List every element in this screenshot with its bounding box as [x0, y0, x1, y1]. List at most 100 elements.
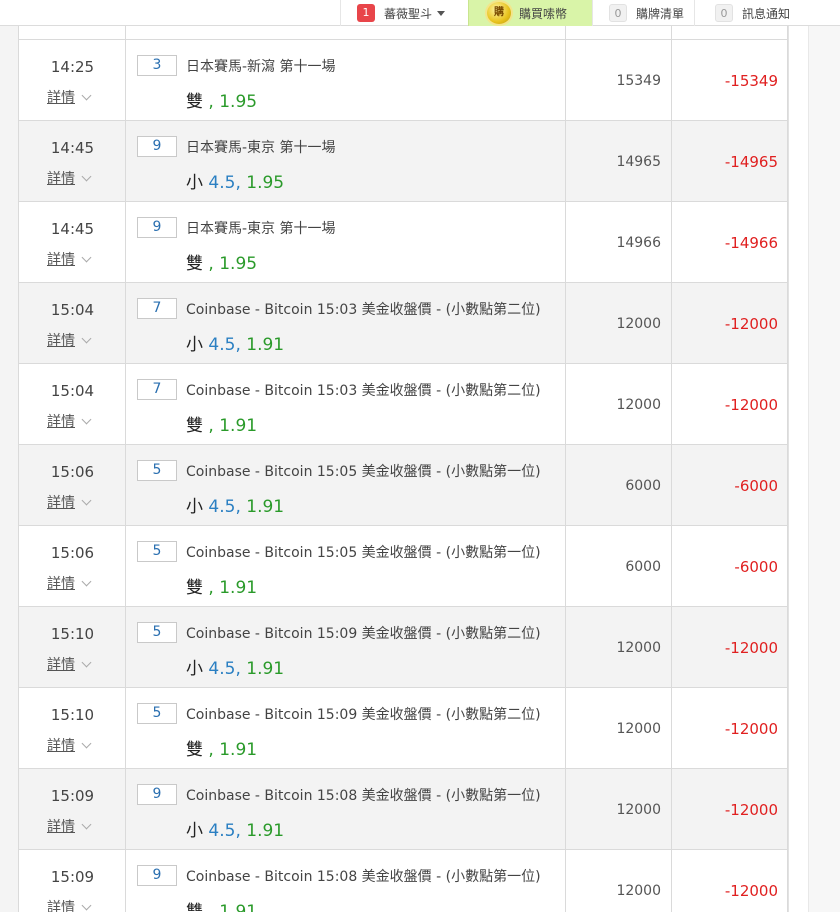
bet-type: 小: [186, 173, 203, 193]
bet-selection: 小 4.5, 1.91: [186, 492, 284, 517]
detail-link[interactable]: 詳情: [47, 168, 92, 188]
bet-description-cell: 3 日本賽馬-新瀉 第十一場雙 , 1.95: [126, 40, 566, 120]
bet-type: 雙: [186, 416, 203, 436]
messages-label: 訊息通知: [742, 6, 791, 21]
selection-number: 9: [137, 865, 177, 886]
table-row: 15:04 詳情 7 Coinbase - Bitcoin 15:03 美金收盤價 -…: [18, 283, 788, 364]
bet-selection: 雙 , 1.95: [186, 249, 257, 274]
time-cell: 14:45 詳情: [19, 121, 126, 201]
bet-time: 15:04: [50, 382, 95, 400]
bet-separator: ,: [235, 821, 241, 841]
messages-link[interactable]: 0 訊息通知: [694, 0, 840, 26]
bet-result: -12000: [724, 801, 778, 819]
bet-time: 15:06: [50, 463, 95, 481]
buy-coins-button[interactable]: 購 購買嗦幣: [468, 0, 592, 26]
bet-amount: 12000: [616, 802, 661, 818]
time-cell: 15:06 詳情: [19, 526, 126, 606]
chevron-down-icon: [81, 576, 92, 586]
selection-number: 5: [137, 541, 177, 562]
bet-result: -15349: [724, 72, 778, 90]
event-name: Coinbase - Bitcoin 15:05 美金收盤價 - (小數點第一位…: [186, 464, 541, 480]
bet-result: -12000: [724, 720, 778, 738]
detail-link[interactable]: 詳情: [47, 492, 92, 512]
user-name: 蕃薇聖斗: [384, 6, 433, 21]
selection-number: 7: [137, 379, 177, 400]
chevron-down-icon: [81, 333, 92, 343]
bet-selection: 小 4.5, 1.91: [186, 330, 284, 355]
top-nav: 1 蕃薇聖斗 購 購買嗦幣 0 購牌清單 0 訊息通知: [0, 0, 840, 26]
bet-selection: 小 4.5, 1.91: [186, 816, 284, 841]
bet-amount: 12000: [616, 883, 661, 899]
amount-cell: 12000: [566, 688, 672, 768]
table-row: 15:09 詳情 9 Coinbase - Bitcoin 15:08 美金收盤價 -…: [18, 850, 788, 912]
result-cell: -6000: [672, 445, 788, 525]
detail-link[interactable]: 詳情: [47, 573, 92, 593]
bet-line: 4.5: [208, 335, 236, 355]
result-cell: -12000: [672, 283, 788, 363]
table-row: 14:25 詳情 3 日本賽馬-新瀉 第十一場雙 , 1.95 15349 -15349: [18, 40, 788, 121]
bet-selection: 雙 , 1.91: [186, 735, 257, 760]
selection-number: 9: [137, 217, 177, 238]
bet-time: 15:09: [50, 787, 95, 805]
selection-number: 9: [137, 136, 177, 157]
detail-label: 詳情: [47, 333, 75, 349]
detail-label: 詳情: [47, 576, 75, 592]
chevron-down-icon: [81, 657, 92, 667]
detail-label: 詳情: [47, 738, 75, 754]
bet-description-cell: 9 Coinbase - Bitcoin 15:08 美金收盤價 - (小數點第一…: [126, 769, 566, 849]
page-right-edge: [808, 26, 840, 912]
detail-link[interactable]: 詳情: [47, 816, 92, 836]
bet-result: -14966: [724, 234, 778, 252]
bet-type: 小: [186, 335, 203, 355]
bet-amount: 15349: [616, 73, 661, 89]
detail-link[interactable]: 詳情: [47, 654, 92, 674]
bet-odds: 1.91: [246, 821, 285, 841]
detail-link[interactable]: 詳情: [47, 87, 92, 107]
detail-link[interactable]: 詳情: [47, 735, 92, 755]
detail-link[interactable]: 詳情: [47, 249, 92, 269]
time-cell: 15:04 詳情: [19, 364, 126, 444]
result-cell: -12000: [672, 688, 788, 768]
detail-label: 詳情: [47, 900, 75, 912]
detail-label: 詳情: [47, 171, 75, 187]
buy-coins-label: 購買嗦幣: [519, 6, 568, 21]
time-cell: 15:10 詳情: [19, 607, 126, 687]
bet-result: -14965: [724, 153, 778, 171]
bet-description-cell: 5 Coinbase - Bitcoin 15:09 美金收盤價 - (小數點第二…: [126, 688, 566, 768]
user-menu[interactable]: 1 蕃薇聖斗: [340, 0, 468, 26]
amount-cell: 12000: [566, 364, 672, 444]
bet-slip-link[interactable]: 0 購牌清單: [592, 0, 694, 26]
chevron-down-icon: [81, 738, 92, 748]
result-cell: -6000: [672, 526, 788, 606]
bet-type: 小: [186, 497, 203, 517]
chevron-down-icon: [81, 495, 92, 505]
page: 1 蕃薇聖斗 購 購買嗦幣 0 購牌清單 0 訊息通知 14:25 詳情 3 日本賽馬…: [0, 0, 840, 912]
time-cell: 15:09 詳情: [19, 769, 126, 849]
bet-separator: ,: [208, 254, 214, 274]
event-name: Coinbase - Bitcoin 15:09 美金收盤價 - (小數點第二位…: [186, 707, 541, 723]
detail-label: 詳情: [47, 819, 75, 835]
bet-line: 4.5: [208, 497, 236, 517]
detail-link[interactable]: 詳情: [47, 330, 92, 350]
result-cell: -15349: [672, 40, 788, 120]
bet-amount: 12000: [616, 397, 661, 413]
bet-time: 15:09: [50, 868, 95, 886]
bet-odds: 1.95: [219, 254, 258, 274]
event-name: Coinbase - Bitcoin 15:08 美金收盤價 - (小數點第一位…: [186, 869, 541, 885]
bet-odds: 1.91: [246, 335, 285, 355]
bet-selection: 雙 , 1.91: [186, 411, 257, 436]
bet-description-cell: 7 Coinbase - Bitcoin 15:03 美金收盤價 - (小數點第二…: [126, 283, 566, 363]
bet-odds: 1.91: [219, 902, 258, 912]
detail-link[interactable]: 詳情: [47, 411, 92, 431]
table-header-stub: [18, 26, 788, 40]
bet-amount: 14965: [616, 154, 661, 170]
amount-cell: 12000: [566, 769, 672, 849]
bet-separator: ,: [208, 416, 214, 436]
bet-line: 4.5: [208, 659, 236, 679]
time-cell: 14:45 詳情: [19, 202, 126, 282]
amount-cell: 12000: [566, 850, 672, 912]
bet-odds: 1.95: [246, 173, 285, 193]
amount-cell: 15349: [566, 40, 672, 120]
bet-type: 小: [186, 821, 203, 841]
detail-link[interactable]: 詳情: [47, 897, 92, 912]
